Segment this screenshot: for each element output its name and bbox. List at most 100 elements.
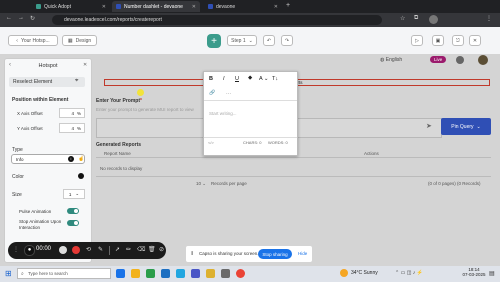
extensions-icon[interactable]: ⧉ [414, 15, 418, 22]
add-step-button[interactable]: + [207, 34, 221, 48]
pulse-toggle[interactable] [67, 208, 79, 214]
screen-share-notice: ⦀ Capso is sharing your screen. Stop sha… [186, 246, 312, 262]
avatar[interactable] [429, 15, 438, 24]
undo-button[interactable]: ↶ [263, 35, 275, 46]
underline-button[interactable]: U [235, 76, 239, 82]
align-icon[interactable]: ◆ [248, 75, 252, 81]
task-view-icon[interactable] [116, 269, 125, 278]
windows-start-icon[interactable]: ⊞ [5, 269, 12, 278]
back-button[interactable]: ‹ Your Hotsp... [8, 35, 58, 46]
editor-textarea[interactable]: Start writing... [209, 111, 237, 116]
tab-number-dashlet[interactable]: Number dashlet - devaone ✕ [112, 1, 200, 12]
edge-icon[interactable] [176, 269, 185, 278]
hotspot-beacon-icon[interactable] [137, 89, 144, 96]
star-icon[interactable]: ☆ [400, 15, 405, 22]
prompt-input[interactable]: Enter your prompt to generate MUI report… [96, 107, 194, 112]
step-select[interactable]: Step 1 ⌄ [227, 35, 257, 46]
forward-arrow-icon[interactable]: → [18, 15, 24, 21]
send-icon[interactable]: ➤ [426, 122, 432, 130]
cursor-icon[interactable]: ➚ [115, 246, 120, 253]
code-icon[interactable]: </> [208, 140, 214, 145]
exit-button[interactable]: ⎋ [452, 35, 464, 46]
explorer-folder-icon[interactable] [206, 269, 215, 278]
excel-icon[interactable] [146, 269, 155, 278]
y-offset-label: Y Axis Offset [17, 126, 43, 131]
eraser-icon[interactable]: ⌫ [137, 246, 145, 253]
y-offset-input[interactable]: 4% [59, 123, 85, 133]
recording-toolbar: ⋮ ● 00:00 ⟲ ✎ ➚ ✏ ⌫ 🗑 ⊘ [8, 242, 166, 259]
language-select[interactable]: ◍ English [380, 57, 402, 63]
pause-icon[interactable] [59, 246, 67, 254]
pin-query-button[interactable]: Pin Query ⌄ [441, 118, 491, 135]
words-count: WORDS: 0 [268, 140, 288, 145]
editor-divider [204, 137, 297, 138]
notification-center-icon[interactable]: ▤ [489, 270, 495, 277]
share-grip-icon: ⦀ [191, 251, 194, 257]
hide-icon[interactable]: ⊘ [159, 246, 164, 253]
close-icon[interactable]: ✕ [192, 4, 196, 10]
bold-button[interactable]: B [209, 76, 213, 82]
avatar[interactable] [478, 55, 488, 65]
size-select[interactable]: 1 ⌄ [63, 189, 85, 199]
trash-icon[interactable]: 🗑 [148, 246, 156, 253]
tray-icons[interactable]: ⌃ ▭ ◫ ♪ ⚡ [395, 270, 423, 276]
color-swatch[interactable] [78, 173, 84, 179]
chevron-left-icon[interactable]: ‹ [9, 62, 11, 68]
chevron-down-icon: ⌄ [476, 123, 481, 130]
clock[interactable]: 18:14 07-03-2025 [462, 267, 486, 277]
notification-icon[interactable] [456, 56, 464, 64]
italic-button[interactable]: I [223, 76, 225, 82]
browser-menu-icon[interactable] [2, 1, 10, 12]
more-icon[interactable]: ··· [226, 91, 231, 97]
close-icon[interactable]: ✕ [102, 4, 106, 10]
pen-icon[interactable]: ✎ [98, 246, 103, 253]
file-explorer-icon[interactable] [131, 269, 140, 278]
rows-per-page-select[interactable]: 10 ⌄ [196, 181, 206, 187]
cursor-icon: ☝ [78, 156, 85, 162]
more-icon[interactable]: ⋮ [486, 15, 492, 22]
pulse-label: Pulse Animation [19, 209, 52, 214]
close-icon[interactable]: ✕ [274, 4, 278, 10]
close-button[interactable]: ✕ [469, 35, 481, 46]
reload-icon[interactable]: ↻ [30, 15, 35, 22]
stop-sharing-button[interactable]: Stop sharing [258, 249, 292, 259]
outlook-icon[interactable] [161, 269, 170, 278]
info-icon: i [68, 156, 74, 162]
live-badge[interactable]: Live [430, 56, 447, 63]
font-size-button[interactable]: T↓ [272, 76, 278, 82]
preview-button[interactable]: ▷ [411, 35, 423, 46]
text-color-button[interactable]: A ⌄ [259, 76, 269, 82]
hide-button[interactable]: Hide [298, 251, 307, 256]
table-divider [96, 176, 491, 177]
restart-icon[interactable]: ⟲ [86, 246, 91, 253]
camera-icon[interactable]: ● [24, 245, 35, 256]
close-icon[interactable]: ✕ [83, 62, 87, 68]
tab-devaone[interactable]: devaone ✕ [204, 1, 282, 12]
x-offset-input[interactable]: 4% [59, 108, 85, 118]
reselect-element-button[interactable]: Reselect Element ⌖ [9, 77, 85, 87]
teams-icon[interactable] [191, 269, 200, 278]
drag-handle-icon[interactable]: ⋮ [13, 246, 19, 255]
col-report-name[interactable]: Report Name [104, 151, 131, 156]
design-label: Design [75, 37, 92, 44]
redo-button[interactable]: ↷ [281, 35, 293, 46]
share-message: Capso is sharing your screen. [199, 251, 259, 256]
design-button[interactable]: ▦ Design [62, 35, 97, 46]
editor-divider [204, 100, 297, 101]
type-select[interactable]: Info i ☝ [11, 154, 85, 164]
settings-icon[interactable] [221, 269, 230, 278]
position-heading: Position within Element [12, 97, 69, 103]
stop-icon[interactable] [72, 246, 80, 254]
stop-animation-toggle[interactable] [67, 220, 79, 226]
back-arrow-icon[interactable]: ← [6, 15, 12, 21]
chrome-icon[interactable] [236, 269, 245, 278]
col-actions: Actions [364, 151, 379, 156]
new-tab-icon[interactable]: + [286, 2, 290, 9]
pencil-icon[interactable]: ✏ [126, 246, 131, 253]
device-button[interactable]: ▣ [432, 35, 444, 46]
url-input[interactable]: devaone.leadexcel.com/reports/createrepo… [52, 15, 382, 25]
tab-quick-adopt[interactable]: Quick Adopt ✕ [32, 1, 110, 12]
taskbar-search-input[interactable]: ⌕ Type here to search [17, 268, 111, 279]
link-icon[interactable]: 🔗 [209, 90, 215, 96]
weather-text[interactable]: 34°C Sunny [351, 270, 378, 276]
